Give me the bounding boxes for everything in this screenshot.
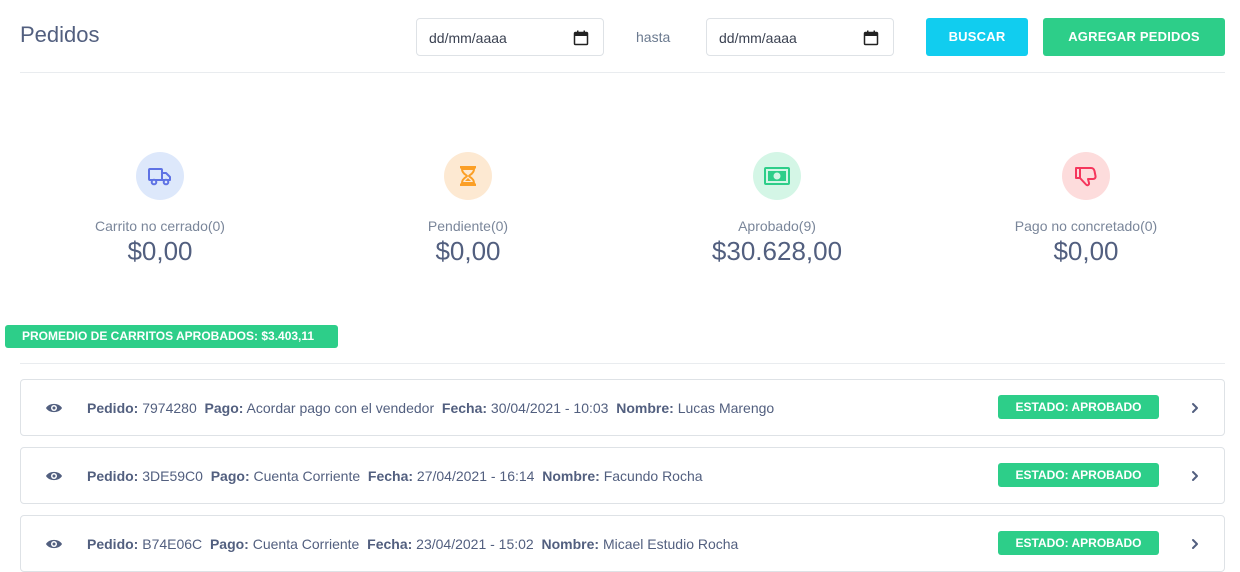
order-details: Pedido: B74E06C Pago: Cuenta Corriente F… <box>87 536 738 552</box>
nombre-value: Lucas Marengo <box>677 400 775 416</box>
order-row[interactable]: Pedido: B74E06C Pago: Cuenta Corriente F… <box>20 515 1225 572</box>
date-to-placeholder: dd/mm/aaaa <box>719 30 797 46</box>
page-title: Pedidos <box>20 22 100 47</box>
fecha-label: Fecha: <box>441 400 488 416</box>
date-from-input[interactable]: dd/mm/aaaa <box>416 18 604 56</box>
order-details: Pedido: 7974280 Pago: Acordar pago con e… <box>87 400 774 416</box>
stat-carrito-no-cerrado: Carrito no cerrado(0) $0,00 <box>40 152 280 267</box>
fecha-value: 23/04/2021 - 15:02 <box>416 536 534 552</box>
stat-label: Pendiente(0) <box>427 218 509 234</box>
pago-value: Cuenta Corriente <box>253 468 361 484</box>
status-badge: ESTADO: APROBADO <box>998 395 1159 419</box>
order-row[interactable]: Pedido: 7974280 Pago: Acordar pago con e… <box>20 379 1225 436</box>
eye-icon[interactable] <box>45 401 63 415</box>
agregar-pedidos-button[interactable]: AGREGAR PEDIDOS <box>1043 18 1225 56</box>
order-details: Pedido: 3DE59C0 Pago: Cuenta Corriente F… <box>87 468 703 484</box>
stat-label: Carrito no cerrado(0) <box>95 218 225 234</box>
stat-value: $0,00 <box>435 236 501 266</box>
calendar-icon[interactable] <box>863 30 879 46</box>
nombre-value: Facundo Rocha <box>603 468 703 484</box>
chevron-right-icon[interactable] <box>1189 401 1201 415</box>
hourglass-icon <box>444 152 492 200</box>
fecha-value: 30/04/2021 - 10:03 <box>490 400 609 416</box>
pedido-label: Pedido: <box>87 400 139 416</box>
stat-value: $0,00 <box>1053 236 1119 266</box>
stat-label: Aprobado(9) <box>738 218 816 234</box>
hasta-label: hasta <box>636 29 671 45</box>
pago-value: Acordar pago con el vendedor <box>246 400 435 416</box>
money-icon <box>753 152 801 200</box>
nombre-value: Micael Estudio Rocha <box>602 536 739 552</box>
pedido-label: Pedido: <box>87 468 139 484</box>
stat-aprobado: Aprobado(9) $30.628,00 <box>657 152 897 267</box>
stat-pendiente: Pendiente(0) $0,00 <box>348 152 588 267</box>
date-to-input[interactable]: dd/mm/aaaa <box>706 18 894 56</box>
status-badge: ESTADO: APROBADO <box>998 531 1159 555</box>
calendar-icon[interactable] <box>573 30 589 46</box>
pedido-value: B74E06C <box>142 536 203 552</box>
stat-pago-no-concretado: Pago no concretado(0) $0,00 <box>966 152 1206 267</box>
stat-value: $30.628,00 <box>711 236 843 266</box>
thumbs-down-icon <box>1062 152 1110 200</box>
eye-icon[interactable] <box>45 469 63 483</box>
buscar-button[interactable]: BUSCAR <box>926 18 1028 56</box>
fecha-label: Fecha: <box>367 468 414 484</box>
date-from-placeholder: dd/mm/aaaa <box>429 30 507 46</box>
fecha-value: 27/04/2021 - 16:14 <box>416 468 535 484</box>
header-divider <box>20 72 1225 73</box>
truck-icon <box>136 152 184 200</box>
pago-label: Pago: <box>209 536 249 552</box>
pago-value: Cuenta Corriente <box>252 536 360 552</box>
pedido-value: 7974280 <box>142 400 197 416</box>
fecha-label: Fecha: <box>367 536 413 552</box>
nombre-label: Nombre: <box>616 400 674 416</box>
stat-label: Pago no concretado(0) <box>1014 218 1158 234</box>
status-badge: ESTADO: APROBADO <box>998 463 1159 487</box>
pedido-label: Pedido: <box>87 536 139 552</box>
nombre-label: Nombre: <box>542 468 600 484</box>
pedido-value: 3DE59C0 <box>142 468 203 484</box>
pago-label: Pago: <box>210 468 250 484</box>
order-row[interactable]: Pedido: 3DE59C0 Pago: Cuenta Corriente F… <box>20 447 1225 504</box>
stat-value: $0,00 <box>127 236 193 266</box>
chevron-right-icon[interactable] <box>1189 469 1201 483</box>
nombre-label: Nombre: <box>541 536 600 552</box>
list-divider <box>20 363 1225 364</box>
promedio-badge: PROMEDIO DE CARRITOS APROBADOS: $3.403,1… <box>5 325 338 348</box>
pago-label: Pago: <box>204 400 244 416</box>
